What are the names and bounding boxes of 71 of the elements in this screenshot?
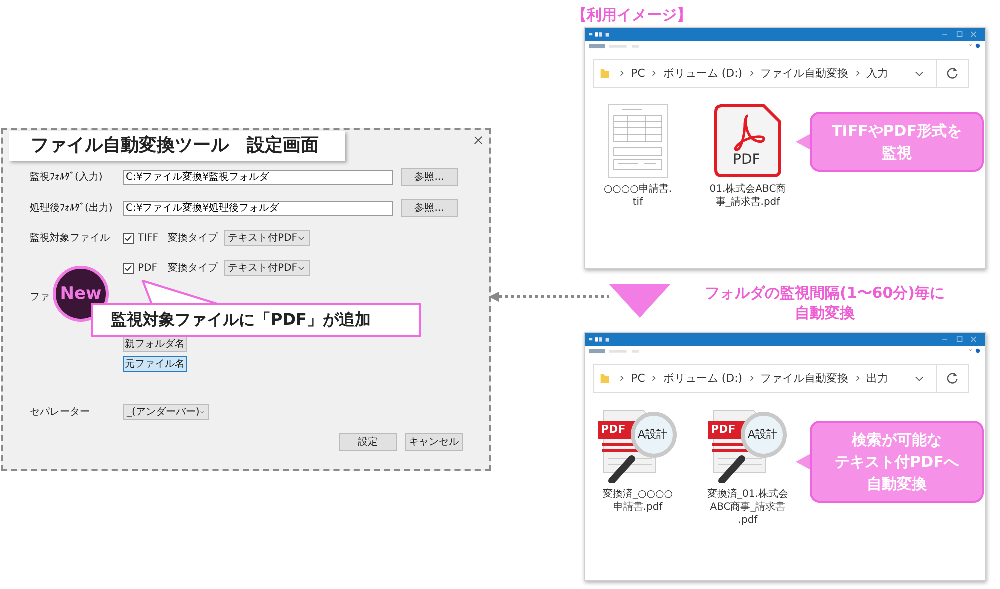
chevron-down-icon: [298, 236, 305, 240]
chevron-right-icon: [620, 375, 624, 382]
callout: 検索が可能な テキスト付PDFへ 自動変換: [810, 421, 984, 503]
conversion-type-dropdown[interactable]: テキスト付PDF: [224, 260, 310, 276]
file-name[interactable]: 01.株式会ABC商 事_請求書.pdf: [710, 183, 786, 209]
pdf-file-icon: [714, 104, 782, 178]
field-label: 変換タイプ: [168, 262, 220, 275]
close-icon[interactable]: [474, 136, 483, 145]
icon-text: PDF: [733, 152, 760, 168]
breadcrumb-item[interactable]: 出力: [866, 371, 889, 386]
breadcrumb-item[interactable]: ボリューム (D:): [663, 66, 743, 81]
window-controls-icon[interactable]: [941, 31, 977, 38]
file-name[interactable]: ○○○○申請書. tif: [604, 183, 672, 209]
conversion-type-dropdown[interactable]: テキスト付PDF: [224, 230, 310, 246]
help-icon[interactable]: [969, 348, 981, 354]
callout: TIFFやPDF形式を 監視: [810, 112, 984, 172]
address-bar[interactable]: PC ボリューム (D:) ファイル自動変換 入力: [593, 59, 969, 88]
chevron-right-icon: [856, 70, 860, 77]
field-label: 処理後ﾌｫﾙﾀﾞ(出力): [30, 202, 114, 215]
folder-icon: [600, 372, 610, 385]
browse-button[interactable]: 参照...: [401, 199, 458, 217]
dialog-button[interactable]: 設定: [339, 433, 397, 451]
breadcrumb-item[interactable]: 入力: [866, 66, 889, 81]
output-folder-field[interactable]: C:¥ファイル変換¥処理後フォルダ: [123, 200, 393, 216]
field-label: 監視ﾌｫﾙﾀﾞ(入力): [30, 170, 104, 184]
checkbox[interactable]: [123, 262, 134, 274]
icon-text: A設計: [638, 427, 668, 442]
checkbox-label: PDF: [138, 262, 158, 274]
input-folder-field[interactable]: C:¥ファイル変換¥監視フォルダ: [123, 170, 393, 184]
filename-part-button[interactable]: 元ファイル名: [123, 356, 187, 372]
dialog-title: ファイル自動変換ツール 設定画面: [9, 131, 345, 161]
chevron-right-icon: [620, 70, 624, 77]
breadcrumb-item[interactable]: PC: [631, 372, 646, 385]
field-label: 監視対象ファイル: [30, 232, 111, 245]
help-icon[interactable]: [969, 43, 981, 49]
field-label: セパレーター: [30, 406, 91, 419]
file-name[interactable]: 変換済_01.株式会 ABC商事_請求書 .pdf: [708, 488, 788, 527]
chevron-right-icon: [750, 375, 754, 382]
icon-text: A設計: [748, 427, 778, 442]
chevron-right-icon: [652, 375, 656, 382]
breadcrumb-item[interactable]: ファイル自動変換: [760, 371, 849, 386]
filename-part-button[interactable]: 親フォルダ名: [123, 336, 187, 352]
address-bar[interactable]: PC ボリューム (D:) ファイル自動変換 出力: [593, 364, 969, 393]
field-label: ファ: [30, 291, 50, 304]
chevron-down-icon[interactable]: [915, 70, 924, 76]
breadcrumb-item[interactable]: ファイル自動変換: [760, 66, 849, 81]
browse-button[interactable]: 参照...: [401, 168, 458, 186]
breadcrumb-item[interactable]: PC: [631, 67, 646, 80]
dialog-button[interactable]: キャンセル: [405, 433, 463, 451]
field-label: 変換タイプ: [168, 232, 220, 245]
refresh-icon[interactable]: [946, 67, 959, 80]
window-controls-icon[interactable]: [941, 336, 977, 343]
chevron-right-icon: [856, 375, 860, 382]
icon-text: PDF: [601, 422, 626, 438]
down-arrow-icon: [609, 284, 671, 318]
chevron-down-icon[interactable]: [915, 376, 924, 382]
interval-note: フォルダの監視間隔(1〜60分)毎に 自動変換: [704, 283, 946, 323]
icon-text: PDF: [711, 422, 736, 438]
refresh-icon[interactable]: [946, 372, 959, 385]
file-name[interactable]: 変換済_○○○○ 申請書.pdf: [603, 488, 673, 514]
checkbox-label: TIFF: [138, 232, 160, 244]
separator-dropdown[interactable]: _(アンダーバー): [123, 404, 209, 420]
section-title: 【利用イメージ】: [572, 5, 693, 26]
document-thumbnail-icon: [608, 104, 668, 178]
folder-icon: [600, 67, 610, 80]
breadcrumb-item[interactable]: ボリューム (D:): [663, 371, 743, 386]
chevron-down-icon: [200, 410, 204, 414]
checkbox[interactable]: [123, 232, 134, 244]
chevron-right-icon: [750, 70, 754, 77]
chevron-down-icon: [298, 266, 305, 270]
chevron-right-icon: [652, 70, 656, 77]
